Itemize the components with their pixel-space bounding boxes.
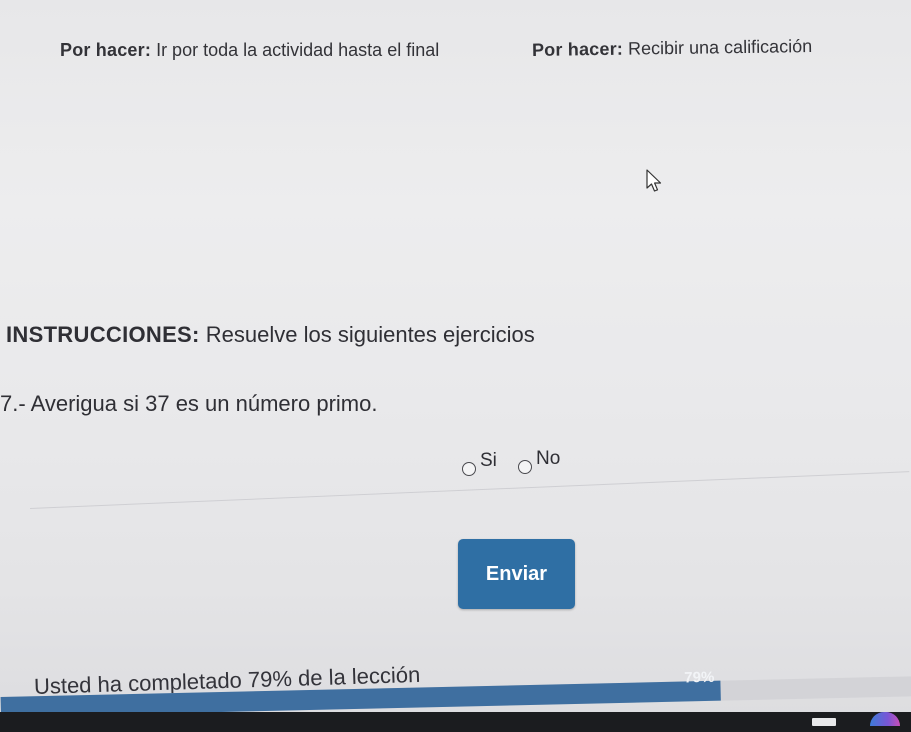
todo-text: Ir por toda la actividad hasta el final	[156, 40, 440, 60]
question-text: 7.- Averigua si 37 es un número primo.	[0, 391, 378, 416]
instructions: INSTRUCCIONES: Resuelve los siguientes e…	[6, 322, 535, 348]
instructions-label: INSTRUCCIONES:	[6, 322, 200, 347]
option-label-no: No	[536, 448, 561, 469]
todo-text: Recibir una calificación	[627, 36, 813, 59]
todo-grade: Por hacer: Recibir una calificación	[532, 36, 812, 61]
mouse-cursor-icon	[646, 169, 662, 192]
taskbar	[0, 712, 911, 732]
option-label-si: Si	[480, 450, 497, 471]
radio-no[interactable]	[518, 460, 532, 474]
option-si[interactable]: Si	[462, 450, 497, 476]
submit-button[interactable]: Enviar	[458, 539, 575, 609]
browser-icon[interactable]	[870, 712, 900, 726]
app-icon[interactable]	[812, 718, 836, 726]
progress-label: 79%	[684, 668, 715, 687]
instructions-text: Resuelve los siguientes ejercicios	[205, 322, 535, 347]
todo-activity: Por hacer: Ir por toda la actividad hast…	[60, 40, 439, 61]
progress-bar: 79%	[0, 650, 911, 717]
todo-prefix: Por hacer:	[60, 40, 152, 60]
progress-track	[0, 676, 911, 717]
radio-si[interactable]	[462, 462, 476, 476]
divider	[29, 471, 910, 509]
todo-prefix: Por hacer:	[531, 38, 624, 60]
option-no[interactable]: No	[518, 448, 560, 474]
